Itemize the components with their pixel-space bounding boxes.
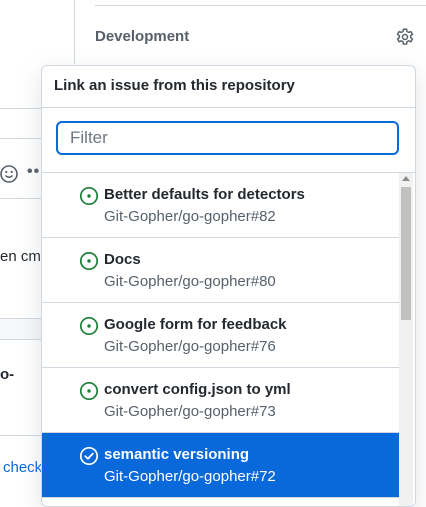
issue-title: convert config.json to yml — [104, 381, 291, 398]
divider — [0, 138, 41, 139]
issue-ref: Git-Gopher/go-gopher#82 — [104, 208, 276, 225]
issue-title: Docs — [104, 251, 141, 268]
issue-list: Better defaults for detectors Git-Gopher… — [42, 173, 399, 498]
issue-closed-icon — [79, 446, 99, 466]
sidebar-divider — [74, 0, 75, 64]
issue-ref: Git-Gopher/go-gopher#72 — [104, 468, 276, 485]
scroll-up-arrow-icon[interactable] — [402, 176, 410, 181]
issue-opened-icon — [79, 186, 99, 206]
link-issue-popover: Link an issue from this repository Bette… — [41, 65, 416, 507]
issue-list-item[interactable]: convert config.json to yml Git-Gopher/go… — [42, 368, 399, 433]
divider — [0, 198, 41, 199]
issue-title: semantic versioning — [104, 446, 250, 463]
issue-list-item[interactable]: Better defaults for detectors Git-Gopher… — [42, 173, 399, 238]
issue-opened-icon — [79, 381, 99, 401]
sidebar-section-divider — [95, 5, 426, 6]
issue-opened-icon — [79, 316, 99, 336]
list-scrollbar[interactable] — [399, 173, 413, 506]
issue-list-item[interactable]: Docs Git-Gopher/go-gopher#80 — [42, 238, 399, 303]
smiley-icon[interactable] — [0, 163, 20, 185]
issue-list-item-selected[interactable]: semantic versioning Git-Gopher/go-gopher… — [42, 433, 399, 498]
kebab-menu-icon[interactable]: •• — [27, 163, 40, 181]
issue-title: Google form for feedback — [104, 316, 287, 333]
gear-icon[interactable] — [394, 26, 416, 48]
issue-ref: Git-Gopher/go-gopher#80 — [104, 273, 276, 290]
divider — [0, 318, 41, 319]
comment-text-fragment: en cm — [0, 248, 41, 265]
divider — [0, 108, 41, 109]
issue-list-item[interactable]: Google form for feedback Git-Gopher/go-g… — [42, 303, 399, 368]
divider — [0, 435, 41, 436]
divider — [0, 339, 41, 340]
issue-ref: Git-Gopher/go-gopher#73 — [104, 403, 276, 420]
development-section-title: Development — [95, 28, 190, 45]
issue-title: Better defaults for detectors — [104, 186, 305, 203]
comment-footer — [0, 318, 41, 340]
issue-opened-icon — [79, 251, 99, 271]
issue-ref: Git-Gopher/go-gopher#76 — [104, 338, 276, 355]
popover-divider — [42, 107, 415, 108]
heading-fragment: o- — [0, 366, 15, 383]
popover-title: Link an issue from this repository — [54, 77, 295, 94]
scroll-thumb[interactable] — [401, 187, 411, 320]
filter-input[interactable] — [56, 121, 399, 155]
check-link[interactable]: check — [3, 459, 42, 476]
